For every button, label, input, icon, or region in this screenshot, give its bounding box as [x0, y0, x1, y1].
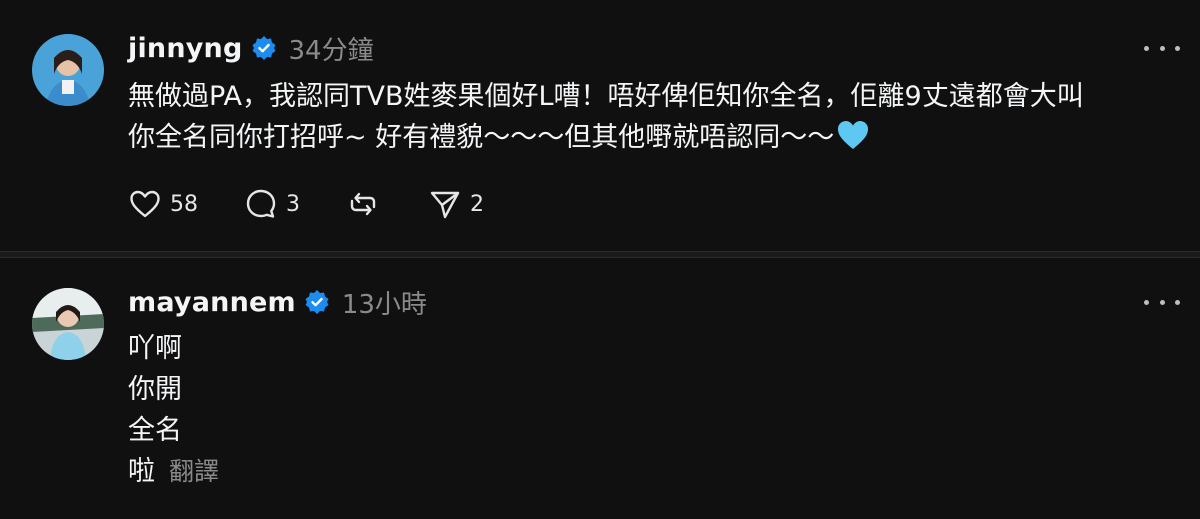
avatar[interactable]: [32, 34, 104, 106]
avatar[interactable]: [32, 288, 104, 360]
send-icon: [430, 191, 460, 219]
post-text-line: 你全名同你打招呼~ 好有禮貌～～～但其他嘢就唔認同～～: [128, 117, 1084, 158]
post-divider: [0, 251, 1200, 258]
repost-icon: [350, 192, 376, 216]
share-button[interactable]: 2: [428, 187, 484, 221]
translate-link[interactable]: 翻譯: [169, 457, 219, 486]
like-button[interactable]: 58: [128, 187, 198, 221]
light-blue-heart-icon: [836, 118, 870, 152]
post-text-line-content: 啦: [128, 456, 155, 487]
post-time: 34分鐘: [288, 35, 374, 66]
username[interactable]: jinnyng: [128, 33, 243, 64]
repost-button[interactable]: [346, 187, 380, 221]
thread-post: jinnyng 34分鐘 無做過PA，我認同TVB姓麥果個好L嘈！唔好俾佢知你全…: [0, 0, 1200, 251]
post-header: mayannem 13小時: [128, 282, 427, 322]
more-options-icon[interactable]: [1144, 290, 1180, 314]
comment-icon: [246, 189, 276, 218]
heart-icon: [130, 190, 160, 218]
post-text-line: 你開: [128, 374, 182, 405]
post-text-line: 啦翻譯: [128, 451, 219, 492]
post-actions: 58 3 2: [128, 184, 484, 224]
post-text-line-content: 你全名同你打招呼~ 好有禮貌～～～但其他嘢就唔認同～～: [128, 122, 835, 153]
username[interactable]: mayannem: [128, 287, 296, 318]
post-text: 無做過PA，我認同TVB姓麥果個好L嘈！唔好俾佢知你全名，佢離9丈遠都會大叫 你…: [128, 76, 1084, 158]
post-text: 吖啊 你開 全名 啦翻譯: [128, 328, 219, 492]
verified-badge-icon: [304, 289, 330, 315]
more-options-icon[interactable]: [1144, 36, 1180, 60]
reply-button[interactable]: 3: [244, 187, 300, 221]
like-count: 58: [170, 191, 198, 217]
post-text-line: 吖啊: [128, 333, 182, 364]
thread-post: mayannem 13小時 吖啊 你開 全名 啦翻譯: [0, 258, 1200, 519]
reply-count: 3: [286, 191, 300, 217]
verified-badge-icon: [251, 35, 277, 61]
post-text-line: 無做過PA，我認同TVB姓麥果個好L嘈！唔好俾佢知你全名，佢離9丈遠都會大叫: [128, 81, 1084, 112]
post-header: jinnyng 34分鐘: [128, 28, 374, 68]
post-time: 13小時: [341, 289, 427, 320]
share-count: 2: [470, 191, 484, 217]
post-text-line: 全名: [128, 415, 182, 446]
